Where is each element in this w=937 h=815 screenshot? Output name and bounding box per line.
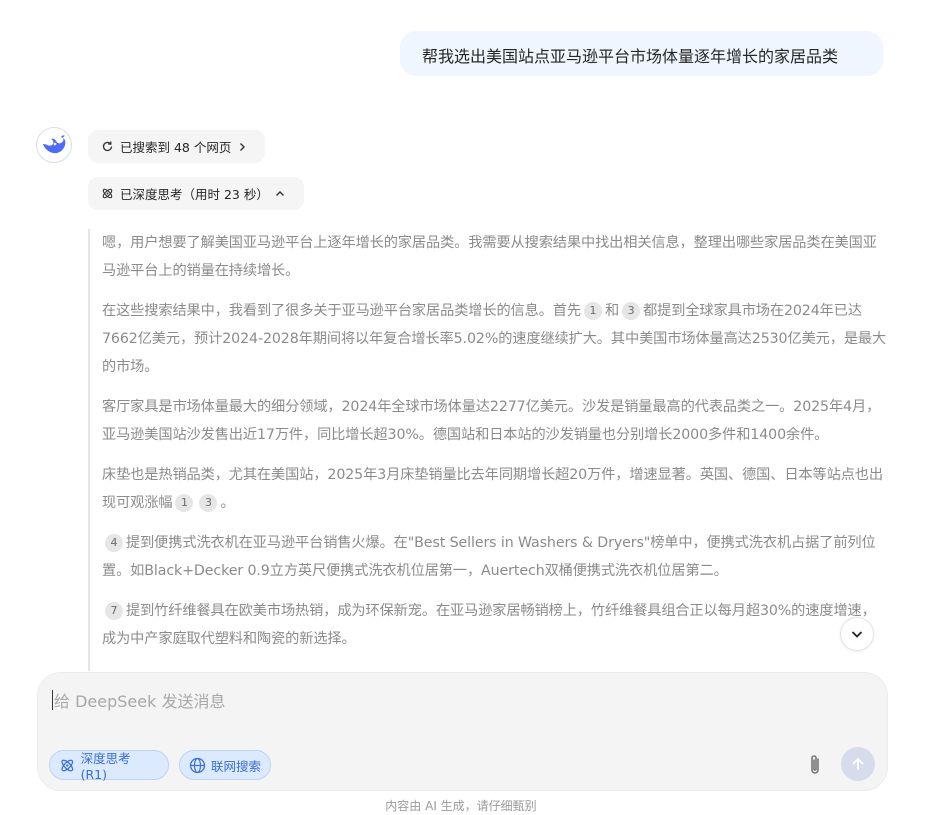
thinking-paragraph: 嗯，用户想要了解美国亚马逊平台上逐年增长的家居品类。我需要从搜索结果中找出相关信… — [102, 229, 887, 285]
send-button[interactable] — [841, 747, 875, 781]
deepseek-whale-icon — [43, 135, 66, 154]
ai-disclaimer: 内容由 AI 生成，请仔细甄别 — [385, 799, 537, 813]
refresh-icon — [102, 141, 113, 152]
citation-badge[interactable]: 1 — [175, 494, 194, 512]
citation-badge[interactable]: 1 — [583, 302, 602, 320]
web-search-toggle[interactable]: 联网搜索 — [179, 750, 271, 780]
attach-file-button[interactable] — [800, 749, 830, 781]
thinking-text: 客厅家具是市场体量最大的细分领域，2024年全球市场体量达2277亿美元。沙发是… — [102, 399, 881, 443]
thinking-paragraph: 客厅家具是市场体量最大的细分领域，2024年全球市场体量达2277亿美元。沙发是… — [102, 393, 887, 449]
arrow-up-icon — [852, 758, 864, 770]
thinking-paragraph: 在这些搜索结果中，我看到了很多关于亚马逊平台家居品类增长的信息。首先 1 和 3 都提到… — [102, 297, 887, 381]
citation-badge[interactable]: 7 — [105, 602, 123, 620]
message-input-placeholder: 给 DeepSeek 发送消息 — [54, 692, 226, 711]
thinking-text: 提到便携式洗衣机在亚马逊平台销售火爆。在"Best Sellers in Was… — [102, 535, 876, 579]
thinking-text: 嗯，用户想要了解美国亚马逊平台上逐年增长的家居品类。我需要从搜索结果中找出相关信… — [102, 235, 877, 279]
web-search-results-toggle[interactable]: 已搜索到 48 个网页 — [88, 130, 265, 163]
atom-icon — [102, 188, 113, 199]
thinking-text: 提到竹纤维餐具在欧美市场热销，成为环保新宠。在亚马逊家居畅销榜上，竹纤维餐具组合… — [102, 603, 876, 647]
thinking-text: 在这些搜索结果中，我看到了很多关于亚马逊平台家居品类增长的信息。首先 — [102, 303, 581, 319]
paperclip-icon — [811, 755, 819, 774]
web-search-label: 联网搜索 — [211, 758, 262, 774]
assistant-avatar — [36, 127, 72, 163]
text-caret — [52, 690, 53, 710]
citation-badge[interactable]: 4 — [105, 534, 123, 552]
scroll-to-bottom-button[interactable] — [840, 617, 874, 651]
thinking-content: 嗯，用户想要了解美国亚马逊平台上逐年增长的家居品类。我需要从搜索结果中找出相关信… — [88, 229, 888, 671]
message-composer: 给 DeepSeek 发送消息 深度思考 (R1) 联网搜索 — [37, 672, 888, 791]
thinking-paragraph: 床垫也是热销品类，尤其在美国站，2025年3月床垫销量比去年同期增长超20万件，… — [102, 461, 887, 517]
thinking-paragraph: 7 提到竹纤维餐具在欧美市场热销，成为环保新宠。在亚马逊家居畅销榜上，竹纤维餐具组… — [102, 597, 887, 653]
thinking-text: 。 — [220, 495, 235, 511]
globe-icon — [189, 757, 206, 773]
deep-think-r1-toggle[interactable]: 深度思考 (R1) — [49, 750, 169, 782]
user-message-bubble: 帮我选出美国站点亚马逊平台市场体量逐年增长的家居品类 — [400, 31, 883, 76]
message-input[interactable]: 给 DeepSeek 发送消息 — [52, 687, 752, 713]
atom-icon — [61, 759, 74, 771]
deep-think-toggle[interactable]: 已深度思考（用时 23 秒） — [88, 177, 304, 210]
user-message-text: 帮我选出美国站点亚马逊平台市场体量逐年增长的家居品类 — [422, 47, 839, 66]
think-pill-label: 已深度思考（用时 23 秒） — [120, 187, 269, 202]
citation-badge[interactable]: 3 — [199, 494, 218, 512]
chat-page: 帮我选出美国站点亚马逊平台市场体量逐年增长的家居品类 已搜索到 48 个网页 已… — [0, 0, 937, 815]
chevron-right-icon — [240, 142, 246, 151]
chevron-down-icon — [851, 631, 863, 638]
thinking-text: 和 — [604, 303, 620, 319]
deep-think-label: 深度思考 (R1) — [80, 751, 131, 782]
citation-badge[interactable]: 3 — [622, 302, 641, 320]
search-pill-label: 已搜索到 48 个网页 — [120, 140, 232, 155]
chevron-up-icon — [275, 190, 284, 196]
thinking-paragraph: 4 提到便携式洗衣机在亚马逊平台销售火爆。在"Best Sellers in Wa… — [102, 529, 887, 585]
